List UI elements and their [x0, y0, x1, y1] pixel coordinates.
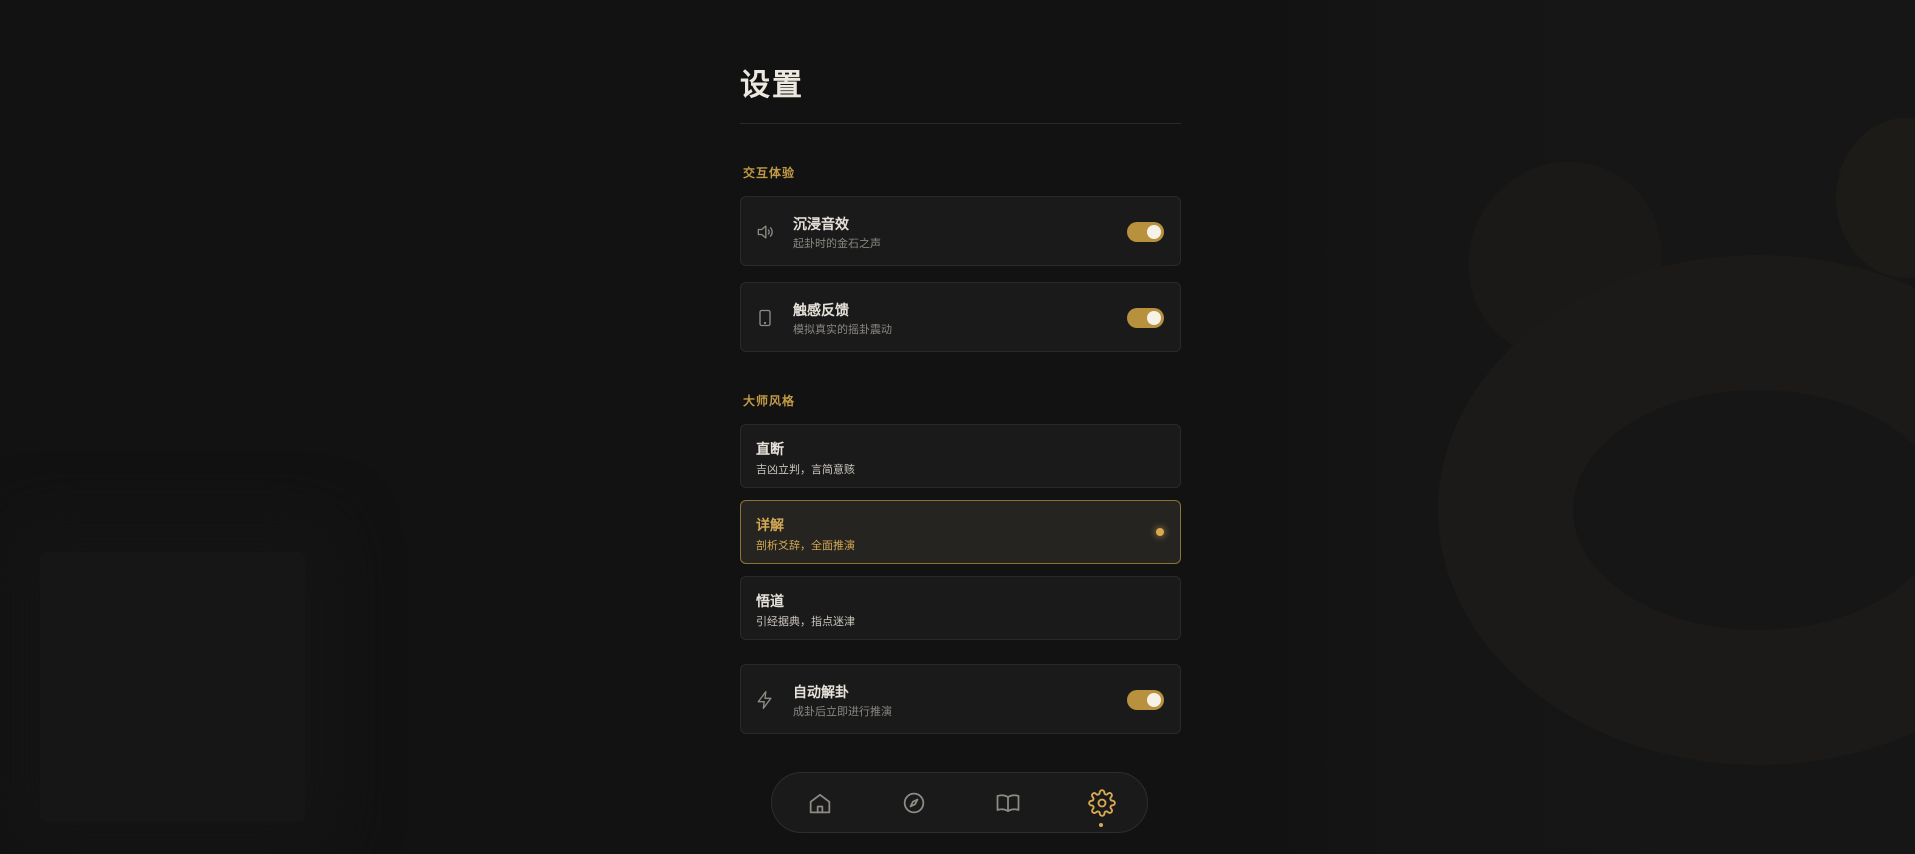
nav-home[interactable]	[806, 789, 834, 817]
setting-row-auto-interpret[interactable]: 自动解卦 成卦后立即进行推演	[740, 664, 1181, 734]
speaker-icon	[755, 222, 775, 242]
lightning-icon	[755, 690, 775, 710]
style-option-detailed[interactable]: 详解 剖析爻辞，全面推演	[740, 500, 1181, 564]
style-option-enlightened[interactable]: 悟道 引经据典，指点迷津	[740, 576, 1181, 640]
nav-explore[interactable]	[900, 789, 928, 817]
toggle-knob	[1147, 693, 1161, 707]
style-title: 直断	[756, 442, 784, 458]
background-shape-decoration	[40, 552, 305, 822]
setting-title: 沉浸音效	[793, 217, 849, 233]
home-icon	[806, 789, 834, 817]
sound-toggle[interactable]	[1127, 222, 1164, 242]
haptics-toggle[interactable]	[1127, 308, 1164, 328]
section-label-interaction: 交互体验	[743, 166, 796, 180]
style-title: 详解	[756, 518, 784, 534]
setting-row-haptics[interactable]: 触感反馈 模拟真实的摇卦震动	[740, 282, 1181, 352]
settings-screen: 设置 交互体验 沉浸音效 起卦时的金石之声 触感反馈 模拟真实的摇卦震动 大师风…	[0, 0, 1915, 854]
setting-subtitle: 模拟真实的摇卦震动	[793, 323, 892, 336]
setting-title: 自动解卦	[793, 685, 849, 701]
setting-subtitle: 成卦后立即进行推演	[793, 705, 892, 718]
nav-library[interactable]	[994, 789, 1022, 817]
section-label-master-style: 大师风格	[743, 394, 796, 408]
style-title: 悟道	[756, 594, 784, 610]
style-subtitle: 吉凶立判，言简意赅	[756, 463, 855, 476]
compass-icon	[900, 789, 928, 817]
selected-indicator	[1156, 528, 1164, 536]
title-divider	[740, 123, 1181, 124]
active-indicator	[1099, 823, 1103, 827]
phone-icon	[755, 308, 775, 328]
toggle-knob	[1147, 225, 1161, 239]
style-subtitle: 剖析爻辞，全面推演	[756, 539, 855, 552]
bottom-nav	[771, 772, 1148, 833]
style-subtitle: 引经据典，指点迷津	[756, 615, 855, 628]
setting-subtitle: 起卦时的金石之声	[793, 237, 881, 250]
toggle-knob	[1147, 311, 1161, 325]
setting-row-sound[interactable]: 沉浸音效 起卦时的金石之声	[740, 196, 1181, 266]
page-title: 设置	[740, 68, 804, 103]
style-option-direct[interactable]: 直断 吉凶立判，言简意赅	[740, 424, 1181, 488]
auto-interpret-toggle[interactable]	[1127, 690, 1164, 710]
book-icon	[994, 789, 1022, 817]
gear-icon	[1088, 789, 1116, 817]
setting-title: 触感反馈	[793, 303, 849, 319]
nav-settings[interactable]	[1088, 789, 1116, 827]
